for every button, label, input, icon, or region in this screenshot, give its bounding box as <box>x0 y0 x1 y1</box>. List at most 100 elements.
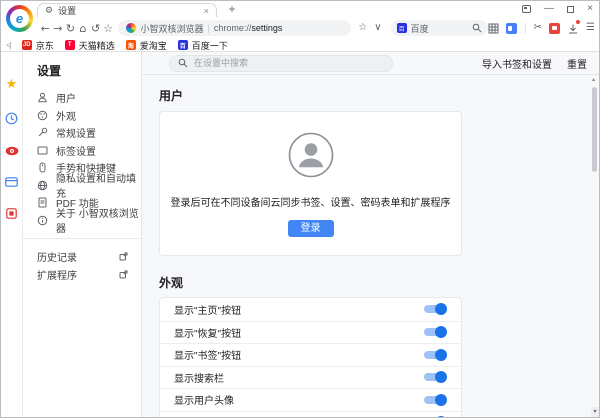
nav-link-history[interactable]: 历史记录 <box>23 247 141 265</box>
toggle-switch-on[interactable] <box>423 394 447 406</box>
scrollbar[interactable]: ▴ ▾ <box>591 75 599 418</box>
bookmark-tmall[interactable]: T 天猫精选 <box>65 39 115 52</box>
favorite-star-icon[interactable]: ☆ <box>358 23 367 33</box>
url-scheme: chrome:// <box>214 23 252 33</box>
toggle-switch-on[interactable] <box>423 349 447 361</box>
nav-label: 标签设置 <box>56 143 96 158</box>
grid-apps-icon[interactable] <box>488 23 499 34</box>
chevron-down-icon[interactable]: ∨ <box>374 23 381 33</box>
gear-icon: ⚙ <box>45 6 53 15</box>
import-bookmarks-button[interactable]: 导入书签和设置 <box>482 56 552 71</box>
nav-divider <box>23 238 141 239</box>
toolbar: ← → ↻ ⌂ ↺ ☆ 小智双核浏览器 | chrome://settings … <box>1 17 599 39</box>
user-section-title: 用户 <box>159 87 599 104</box>
login-description: 登录后可在不同设备间云同步书签、设置、密码表单和扩展程序 <box>171 194 451 209</box>
nav-label: 用户 <box>56 90 76 105</box>
theme-icon[interactable] <box>522 5 531 13</box>
nav-item-user[interactable]: 用户 <box>23 89 141 107</box>
settings-scroll-area: 用户 登录后可在不同设备间云同步书签、设置、密码表单和扩展程序 登录 外观 显示… <box>142 75 599 418</box>
login-button[interactable]: 登录 <box>288 220 334 237</box>
settings-content-header: 导入书签和设置 重置 <box>142 52 599 75</box>
favorites-star-icon[interactable]: ★ <box>6 78 18 91</box>
tab-settings[interactable]: ⚙ 设置 × <box>37 3 217 17</box>
nav-label: 外观 <box>56 108 76 123</box>
settings-title: 设置 <box>23 58 141 89</box>
collapse-bookmarks-icon[interactable]: <| <box>6 41 11 50</box>
bookmark-label: 百度一下 <box>192 39 228 52</box>
toolbar-actions: | ✂ ☰ <box>488 22 595 34</box>
restore-tab-icon[interactable]: ↺ <box>89 23 102 34</box>
scroll-down-icon[interactable]: ▾ <box>591 407 599 417</box>
forward-icon[interactable]: → <box>52 23 65 34</box>
scrollbar-thumb[interactable] <box>592 87 597 172</box>
search-icon <box>178 58 188 68</box>
toggle-switch-on[interactable] <box>423 326 447 338</box>
bookmark-jd[interactable]: JD 京东 <box>22 39 54 52</box>
browser-name: 小智双核浏览器 <box>140 22 203 35</box>
home-icon[interactable]: ⌂ <box>77 23 90 34</box>
toolbar-divider: | <box>524 22 527 34</box>
download-icon[interactable] <box>567 22 579 34</box>
red-app-icon[interactable] <box>6 208 17 219</box>
close-window-button[interactable]: × <box>587 4 593 14</box>
minimize-button[interactable]: — <box>544 4 554 14</box>
pdf-icon <box>37 197 48 208</box>
new-tab-button[interactable]: + <box>225 2 239 16</box>
user-card: 登录后可在不同设备间云同步书签、设置、密码表单和扩展程序 登录 <box>159 111 462 256</box>
browser-logo-icon[interactable]: e <box>6 5 33 32</box>
bookmark-page-icon[interactable]: ☆ <box>102 23 115 34</box>
nav-item-about[interactable]: 关于 小智双核浏览器 <box>23 212 141 230</box>
settings-search-input[interactable] <box>194 58 364 68</box>
tmall-favicon: T <box>65 40 75 50</box>
toggle-row-search-bar: 显示搜索栏 <box>160 366 461 389</box>
menu-icon[interactable]: ☰ <box>586 23 595 33</box>
titlebar: e ⚙ 设置 × + — × <box>1 1 599 17</box>
address-bar[interactable]: 小智双核浏览器 | chrome://settings <box>118 20 351 36</box>
settings-search-box[interactable] <box>169 55 393 72</box>
download-badge-dot <box>576 20 580 24</box>
reload-icon[interactable]: ↻ <box>64 23 77 34</box>
nav-link-extensions[interactable]: 扩展程序 <box>23 265 141 283</box>
bookmark-baidu[interactable]: 百 百度一下 <box>178 39 228 52</box>
appearance-section-title: 外观 <box>159 274 599 291</box>
toggle-label: 显示用户头像 <box>174 392 234 407</box>
nav-item-privacy[interactable]: 隐私设置和自动填充 <box>23 177 141 195</box>
nav-label: 扩展程序 <box>37 267 77 282</box>
search-engine-label: 百度 <box>411 22 429 35</box>
nav-item-tabs[interactable]: 标签设置 <box>23 142 141 160</box>
screenshot-scissors-icon[interactable]: ✂ <box>534 23 542 33</box>
taobao-favicon: 淘 <box>126 40 136 50</box>
tab-title: 设置 <box>58 4 199 17</box>
back-icon[interactable]: ← <box>39 23 52 34</box>
reset-button[interactable]: 重置 <box>567 56 587 71</box>
maximize-button[interactable] <box>567 6 574 13</box>
wallet-card-icon[interactable] <box>5 177 18 187</box>
toggle-row-user-avatar: 显示用户头像 <box>160 388 461 411</box>
nav-item-appearance[interactable]: 外观 <box>23 107 141 125</box>
toggle-switch-on[interactable] <box>423 371 447 383</box>
user-icon <box>37 92 48 103</box>
toggle-switch-on[interactable] <box>423 303 447 315</box>
scroll-up-icon[interactable]: ▴ <box>592 77 595 83</box>
nav-item-general[interactable]: 常规设置 <box>23 124 141 142</box>
media-tool-icon[interactable] <box>549 23 560 34</box>
tab-icon <box>37 145 48 156</box>
history-clock-icon[interactable] <box>5 112 18 125</box>
nav-label: 常规设置 <box>56 125 96 140</box>
tab-close-icon[interactable]: × <box>204 6 209 16</box>
bookmark-label: 爱淘宝 <box>140 39 167 52</box>
nav-label: 历史记录 <box>37 249 77 264</box>
eye-shopping-icon[interactable] <box>5 146 19 156</box>
toggle-row-restore-button: 显示"恢复"按钮 <box>160 321 461 344</box>
toggle-row-home-button: 显示"主页"按钮 <box>160 298 461 321</box>
bookmarks-bar: <| JD 京东 T 天猫精选 淘 爱淘宝 百 百度一下 <box>1 39 599 52</box>
avatar-placeholder-icon <box>288 132 334 178</box>
toggle-label: 显示搜索栏 <box>174 370 224 385</box>
bookmark-taobao[interactable]: 淘 爱淘宝 <box>126 39 167 52</box>
search-icon[interactable] <box>472 23 482 33</box>
window-controls: — × <box>522 2 593 16</box>
extension-icon[interactable] <box>506 23 517 34</box>
edge-sidebar: ★ <box>1 52 23 418</box>
quick-search-box[interactable]: 百 百度 <box>391 20 488 36</box>
wrench-icon <box>37 127 48 138</box>
